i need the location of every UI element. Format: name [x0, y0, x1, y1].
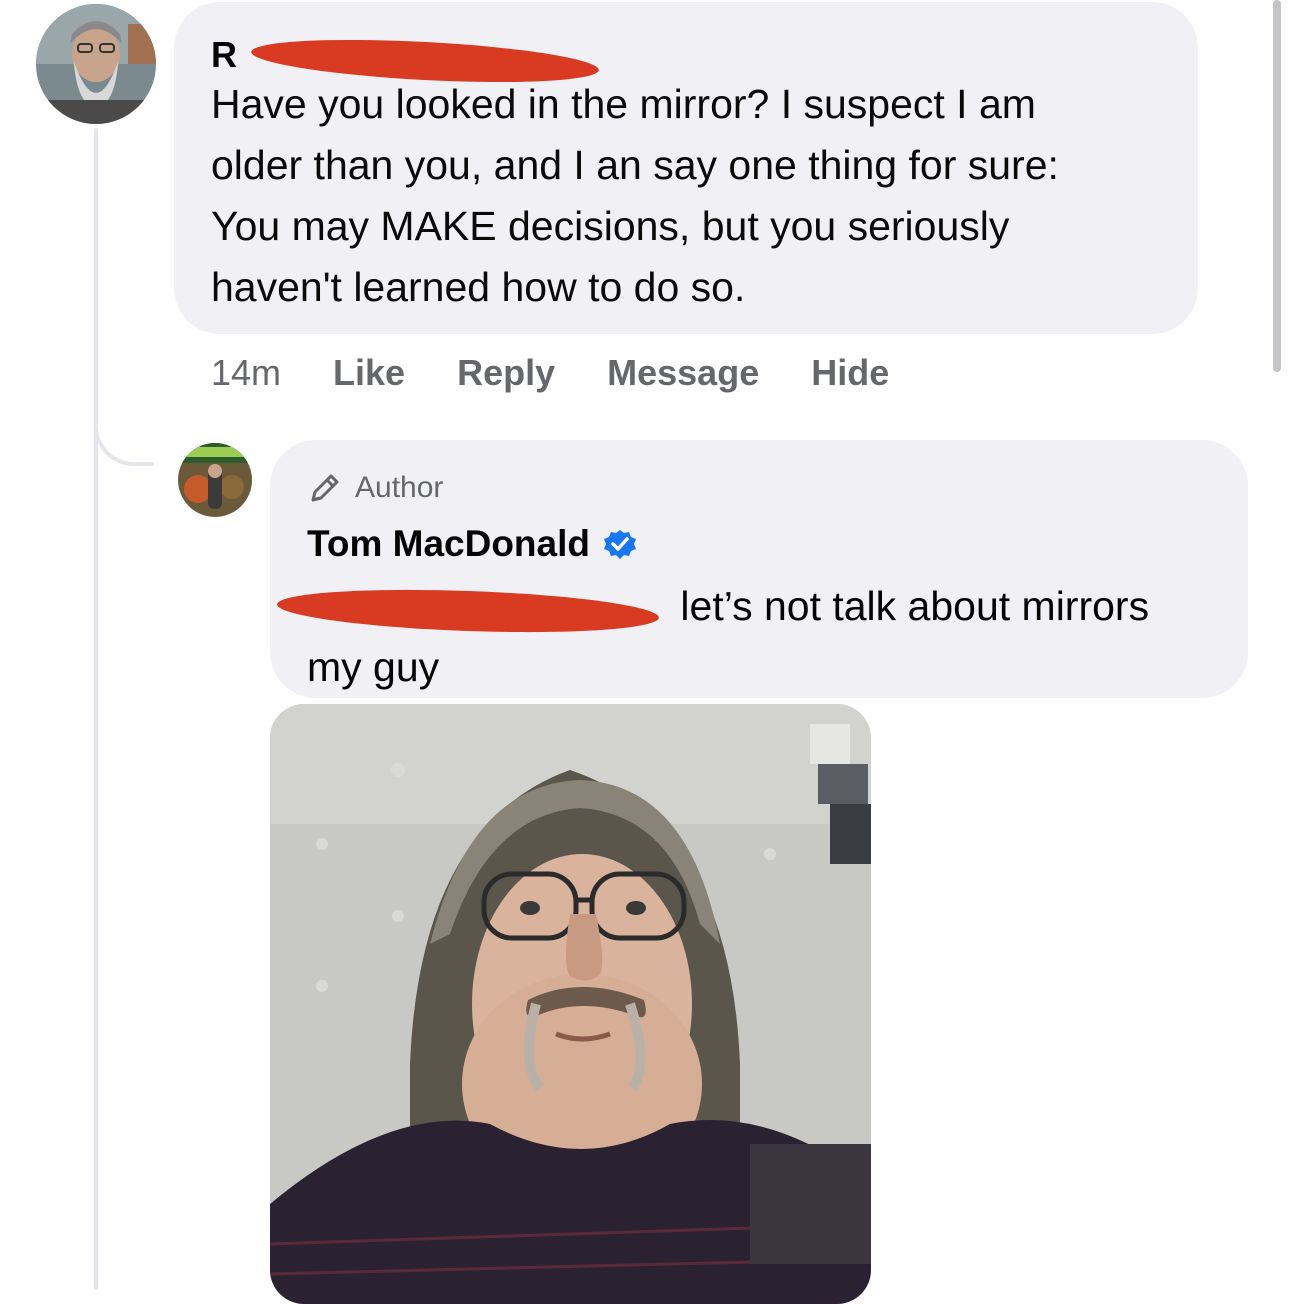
- commenter-name[interactable]: R: [211, 24, 1162, 90]
- reply-bubble: Author Tom MacDonald let’s not talk abou…: [270, 440, 1248, 698]
- reply-photo[interactable]: [270, 704, 871, 1304]
- comment-text: Have you looked in the mirror? I suspect…: [211, 74, 1162, 318]
- comment-timestamp: 14m: [211, 352, 282, 393]
- author-avatar[interactable]: [178, 443, 252, 517]
- author-badge-label: Author: [355, 471, 444, 504]
- redaction-mark: [276, 584, 660, 638]
- comment-actions: 14m Like Reply Message Hide: [211, 346, 941, 400]
- mention-link[interactable]: [276, 584, 669, 638]
- reply-button[interactable]: Reply: [457, 352, 555, 394]
- reply-author: Tom MacDonald: [307, 516, 1212, 572]
- comment-line: You may MAKE decisions, but you seriousl…: [211, 203, 1010, 249]
- comment-line: older than you, and I an say one thing f…: [211, 142, 1059, 188]
- verified-badge-icon: [604, 530, 636, 559]
- comment-bubble: R Have you looked in the mirror? I suspe…: [174, 2, 1198, 334]
- pencil-icon: [311, 474, 339, 502]
- commenter-avatar[interactable]: [36, 4, 156, 124]
- reply-author-name[interactable]: Tom MacDonald: [307, 523, 590, 565]
- thread-connector: [94, 380, 154, 466]
- like-button[interactable]: Like: [333, 352, 405, 394]
- scrollbar[interactable]: [1273, 0, 1281, 372]
- hide-button[interactable]: Hide: [811, 352, 889, 394]
- message-button[interactable]: Message: [607, 352, 759, 394]
- reply-text: let’s not talk about mirrors my guy: [276, 576, 1212, 698]
- thread-line: [94, 128, 98, 1290]
- author-badge: Author: [307, 468, 1212, 508]
- comment-line: haven't learned how to do so.: [211, 264, 746, 310]
- comment-line: Have you looked in the mirror? I suspect…: [211, 81, 1036, 127]
- reply-text-line: my guy: [307, 644, 440, 690]
- reply-text-line: let’s not talk about mirrors: [680, 583, 1150, 629]
